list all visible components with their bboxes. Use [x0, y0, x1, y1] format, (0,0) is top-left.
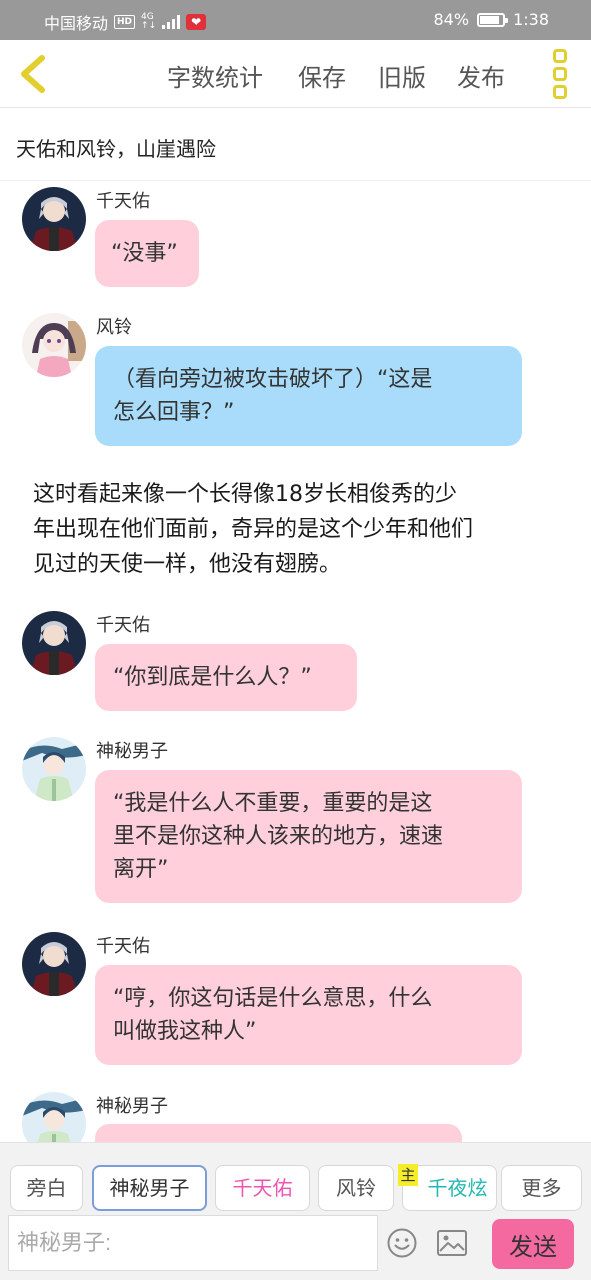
avatar-tianyou[interactable]: [22, 611, 86, 675]
battery-icon: [477, 12, 509, 27]
notification-app-icon: ❤: [186, 14, 207, 30]
dialogue-list[interactable]: 千天佑 “没事” 风铃 （看向旁边被攻击破坏了）“这是 怎么回事？” 这时看起来…: [0, 182, 591, 1142]
speaker-name: 神秘男子: [96, 1096, 168, 1117]
dialogue-text: 离开”: [113, 857, 169, 882]
chapter-title: 天佑和风铃，山崖遇险: [16, 137, 216, 161]
speaker-name: 千天佑: [96, 615, 150, 636]
speaker-name: 风铃: [96, 317, 132, 338]
chapter-title-bar[interactable]: 天佑和风铃，山崖遇险: [0, 109, 591, 181]
publish-button[interactable]: 发布: [457, 58, 505, 93]
chevron-left-icon[interactable]: [14, 52, 54, 96]
dialogue-text: “没事”: [111, 241, 178, 266]
dialogue-bubble[interactable]: [95, 1124, 462, 1142]
role-chip-label: 千夜炫: [427, 1176, 488, 1200]
narration-text: 这时看起来像一个长得像18岁长相俊秀的少: [33, 482, 457, 507]
signal-icon: [162, 15, 181, 29]
save-button[interactable]: 保存: [298, 58, 346, 93]
status-bar: 中国移动 HD 4G ↑↓ ❤ 84% 1:38: [0, 0, 591, 40]
dialogue-text: （看向旁边被攻击破坏了）“这是: [113, 367, 433, 392]
composer-panel: 旁白 神秘男子 千天佑 风铃 千夜炫 主 更多 发送: [0, 1142, 591, 1280]
narration-block[interactable]: 这时看起来像一个长得像18岁长相俊秀的少 年出现在他们面前，奇异的是这个少年和他…: [33, 477, 573, 582]
word-count-button[interactable]: 字数统计: [167, 58, 263, 93]
dialogue-text: 里不是你这种人该来的地方，速速: [113, 824, 444, 849]
avatar-mystery-man[interactable]: [22, 1092, 86, 1142]
hd-badge: HD: [114, 15, 136, 29]
dialogue-bubble[interactable]: “你到底是什么人？”: [95, 644, 357, 711]
host-badge: 主: [398, 1164, 418, 1186]
dialogue-bubble[interactable]: “我是什么人不重要，重要的是这 里不是你这种人该来的地方，速速 离开”: [95, 770, 522, 903]
role-chip-tianyou[interactable]: 千天佑: [215, 1165, 310, 1211]
carrier-label: 中国移动: [44, 14, 109, 33]
speaker-name: 千天佑: [96, 936, 150, 957]
dialogue-text: “哼，你这句话是什么意思，什么: [113, 986, 433, 1011]
dialogue-bubble[interactable]: “没事”: [95, 220, 199, 287]
narration-text: 见过的天使一样，他没有翅膀。: [33, 552, 342, 577]
narration-text: 年出现在他们面前，奇异的是这个少年和他们: [33, 517, 474, 542]
battery-percent: 84%: [433, 10, 470, 29]
role-more-button[interactable]: 更多: [501, 1165, 582, 1211]
dialogue-bubble[interactable]: “哼，你这句话是什么意思，什么 叫做我这种人”: [95, 965, 522, 1065]
speaker-name: 千天佑: [96, 191, 150, 212]
role-chip-narrator[interactable]: 旁白: [10, 1165, 83, 1211]
role-chip-fengling[interactable]: 风铃: [318, 1165, 394, 1211]
network-type: 4G ↑↓: [141, 12, 157, 31]
dialogue-text: “你到底是什么人？”: [113, 665, 312, 690]
role-chip-mystery-man[interactable]: 神秘男子: [92, 1165, 207, 1211]
dialogue-text: “我是什么人不重要，重要的是这: [113, 791, 433, 816]
dialogue-input[interactable]: [8, 1215, 378, 1271]
avatar-tianyou[interactable]: [22, 932, 86, 996]
editor-toolbar: 字数统计 保存 旧版 发布: [0, 40, 591, 108]
dialogue-text: 怎么回事？”: [113, 400, 235, 425]
smiley-icon[interactable]: [386, 1227, 418, 1259]
avatar-tianyou[interactable]: [22, 187, 86, 251]
avatar-fengling[interactable]: [22, 313, 86, 377]
dialogue-bubble[interactable]: （看向旁边被攻击破坏了）“这是 怎么回事？”: [95, 346, 522, 446]
dialogue-text: 叫做我这种人”: [113, 1019, 257, 1044]
old-version-button[interactable]: 旧版: [378, 58, 426, 93]
speaker-name: 神秘男子: [96, 741, 168, 762]
clock: 1:38: [513, 10, 549, 29]
battery-fill: [480, 15, 499, 24]
vertical-dots-icon[interactable]: [549, 49, 571, 99]
send-button[interactable]: 发送: [492, 1219, 574, 1269]
avatar-mystery-man[interactable]: [22, 737, 86, 801]
image-icon[interactable]: [436, 1229, 468, 1257]
